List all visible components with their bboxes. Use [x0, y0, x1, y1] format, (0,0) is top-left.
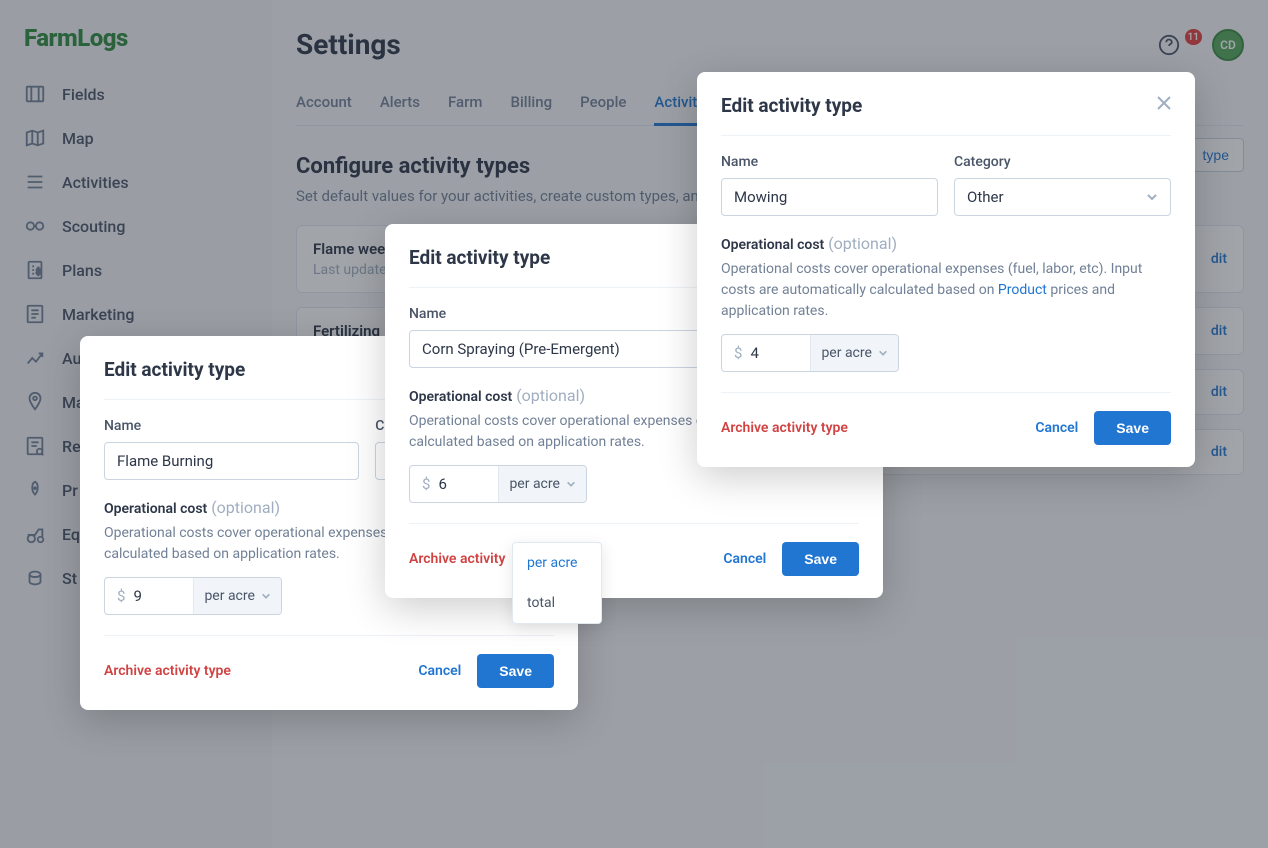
currency-prefix: $ [722, 335, 750, 371]
cancel-button[interactable]: Cancel [1035, 420, 1078, 436]
name-label: Name [721, 154, 938, 170]
cost-input-group: $ per acre [409, 465, 587, 503]
cancel-button[interactable]: Cancel [418, 663, 461, 679]
op-cost-title: Operational cost [409, 389, 512, 405]
name-input[interactable] [721, 178, 938, 216]
cost-input-group: $ per acre [721, 334, 899, 372]
chevron-down-icon [878, 348, 888, 358]
close-icon[interactable] [1155, 94, 1173, 112]
save-button[interactable]: Save [1094, 411, 1171, 445]
chevron-down-icon [1146, 191, 1158, 203]
optional-label: (optional) [512, 386, 585, 405]
save-button[interactable]: Save [782, 542, 859, 576]
cost-input[interactable] [133, 578, 193, 614]
unit-select[interactable]: per acre [810, 335, 897, 371]
unit-select[interactable]: per acre [193, 578, 280, 614]
cost-input[interactable] [750, 335, 810, 371]
product-link[interactable]: Product [998, 282, 1047, 298]
op-cost-description: Operational costs cover operational expe… [721, 259, 1171, 322]
cost-input[interactable] [438, 466, 498, 502]
category-label: Category [954, 154, 1171, 170]
category-select[interactable]: Other [954, 178, 1171, 216]
modal-title: Edit activity type [721, 94, 1171, 117]
archive-button[interactable]: Archive activity type [104, 663, 231, 679]
chevron-down-icon [261, 591, 271, 601]
name-label: Name [104, 418, 359, 434]
archive-button[interactable]: Archive activity type [721, 420, 848, 436]
dropdown-option-total[interactable]: total [513, 583, 601, 623]
currency-prefix: $ [410, 466, 438, 502]
edit-activity-modal-3: Edit activity type Name Category Other O… [697, 72, 1195, 467]
cost-input-group: $ per acre [104, 577, 282, 615]
chevron-down-icon [566, 479, 576, 489]
currency-prefix: $ [105, 578, 133, 614]
op-cost-title: Operational cost [721, 237, 824, 253]
optional-label: (optional) [207, 498, 280, 517]
unit-select[interactable]: per acre [498, 466, 585, 502]
unit-dropdown: per acre total [512, 542, 602, 624]
name-input[interactable] [104, 442, 359, 480]
optional-label: (optional) [824, 234, 897, 253]
save-button[interactable]: Save [477, 654, 554, 688]
name-input[interactable] [409, 330, 708, 368]
op-cost-title: Operational cost [104, 501, 207, 517]
cancel-button[interactable]: Cancel [723, 551, 766, 567]
dropdown-option-per-acre[interactable]: per acre [513, 543, 601, 583]
name-label: Name [409, 306, 708, 322]
archive-button[interactable]: Archive activity [409, 551, 505, 567]
